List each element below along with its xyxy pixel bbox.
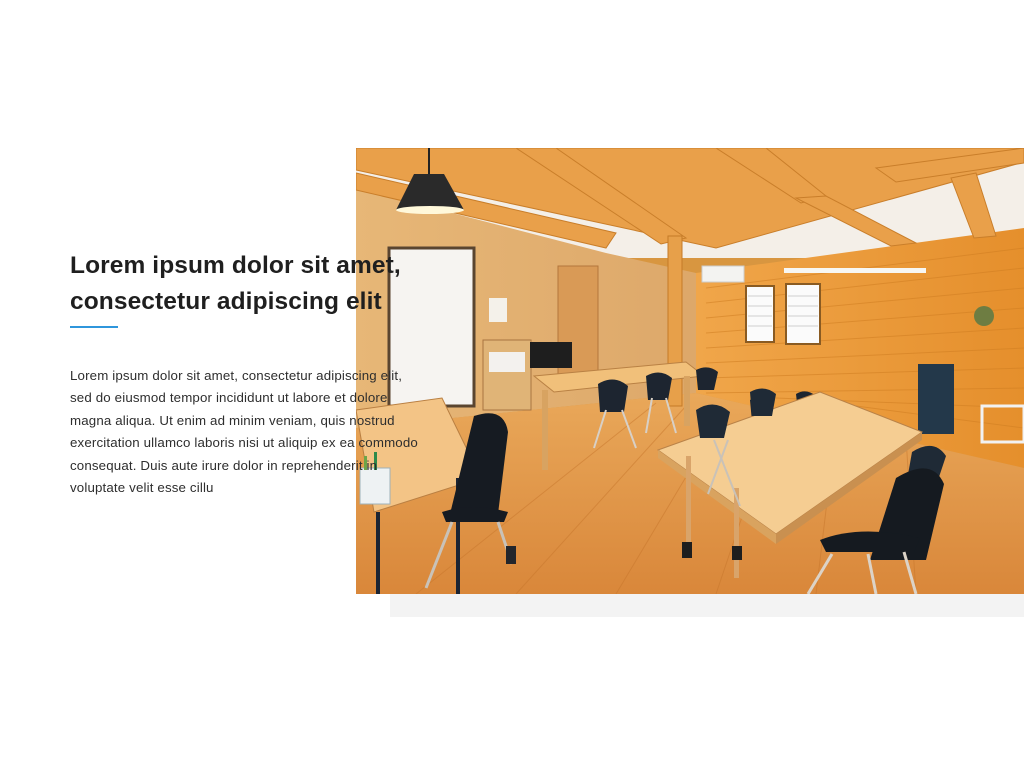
coworking-room-photo bbox=[356, 148, 1024, 594]
page: Lorem ipsum dolor sit amet, consectetur … bbox=[0, 0, 1024, 768]
body-line: exercitation ullamco laboris nisi ut ali… bbox=[70, 435, 418, 451]
body-line: sed do eiusmod tempor incididunt ut labo… bbox=[70, 390, 388, 406]
section-heading: Lorem ipsum dolor sit amet, consectetur … bbox=[70, 248, 450, 320]
heading-line: Lorem ipsum dolor sit amet, bbox=[70, 252, 401, 279]
body-line: magna aliqua. Ut enim ad minim veniam, q… bbox=[70, 412, 395, 428]
body-line: voluptate velit esse cillu bbox=[70, 480, 214, 496]
heading-accent-underline bbox=[70, 326, 118, 328]
heading-line: consectetur adipiscing elit bbox=[70, 288, 382, 315]
section-body-paragraph: Lorem ipsum dolor sit amet, consectetur … bbox=[70, 365, 450, 499]
intro-text-block: Lorem ipsum dolor sit amet, consectetur … bbox=[70, 248, 450, 499]
body-line: consequat. Duis aute irure dolor in repr… bbox=[70, 457, 378, 473]
body-line: Lorem ipsum dolor sit amet, consectetur … bbox=[70, 368, 403, 383]
